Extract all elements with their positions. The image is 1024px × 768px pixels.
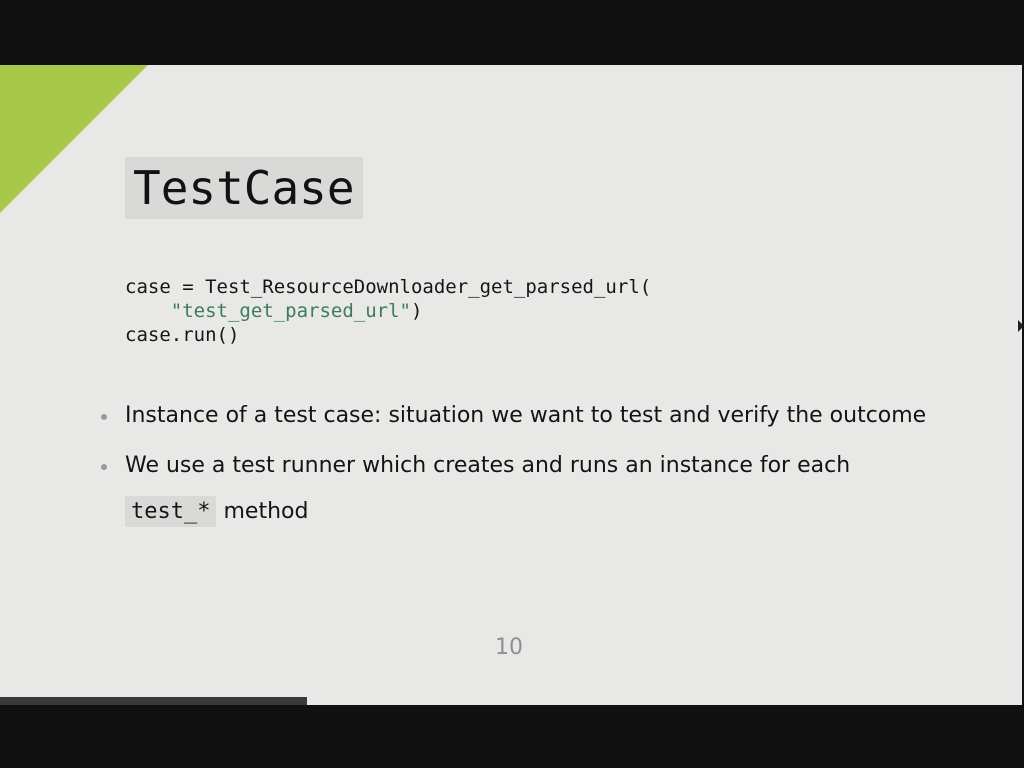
slide-title: TestCase	[133, 161, 355, 215]
code-line-1: case = Test_ResourceDownloader_get_parse…	[125, 276, 652, 298]
bullet-item-2-suffix: method	[216, 499, 309, 524]
code-line-3: case.run()	[125, 324, 240, 346]
slide-viewer: TestCase case = Test_ResourceDownloader_…	[0, 0, 1024, 768]
code-block: case = Test_ResourceDownloader_get_parse…	[125, 275, 651, 347]
slide-title-box: TestCase	[125, 157, 363, 219]
bullet-item-2-line-2: test_* method	[125, 496, 985, 527]
presentation-progress-fill	[0, 697, 307, 705]
mouse-cursor-icon	[1018, 320, 1024, 332]
inline-code-test-method: test_*	[125, 496, 217, 527]
bullet-item-2-text: We use a test runner which creates and r…	[125, 453, 851, 478]
bullet-item-1: Instance of a test case: situation we wa…	[101, 401, 985, 431]
code-line-2-close: )	[410, 300, 423, 322]
slide[interactable]: TestCase case = Test_ResourceDownloader_…	[0, 65, 1022, 705]
bullet-item-2: We use a test runner which creates and r…	[101, 451, 985, 527]
presentation-progress-bar[interactable]	[0, 697, 1022, 705]
bullet-item-1-text: Instance of a test case: situation we wa…	[125, 403, 927, 428]
code-line-2-indent	[125, 300, 171, 322]
page-number: 10	[495, 635, 523, 660]
code-string-literal: "test_get_parsed_url"	[170, 300, 411, 322]
bullet-list: Instance of a test case: situation we wa…	[101, 401, 985, 547]
